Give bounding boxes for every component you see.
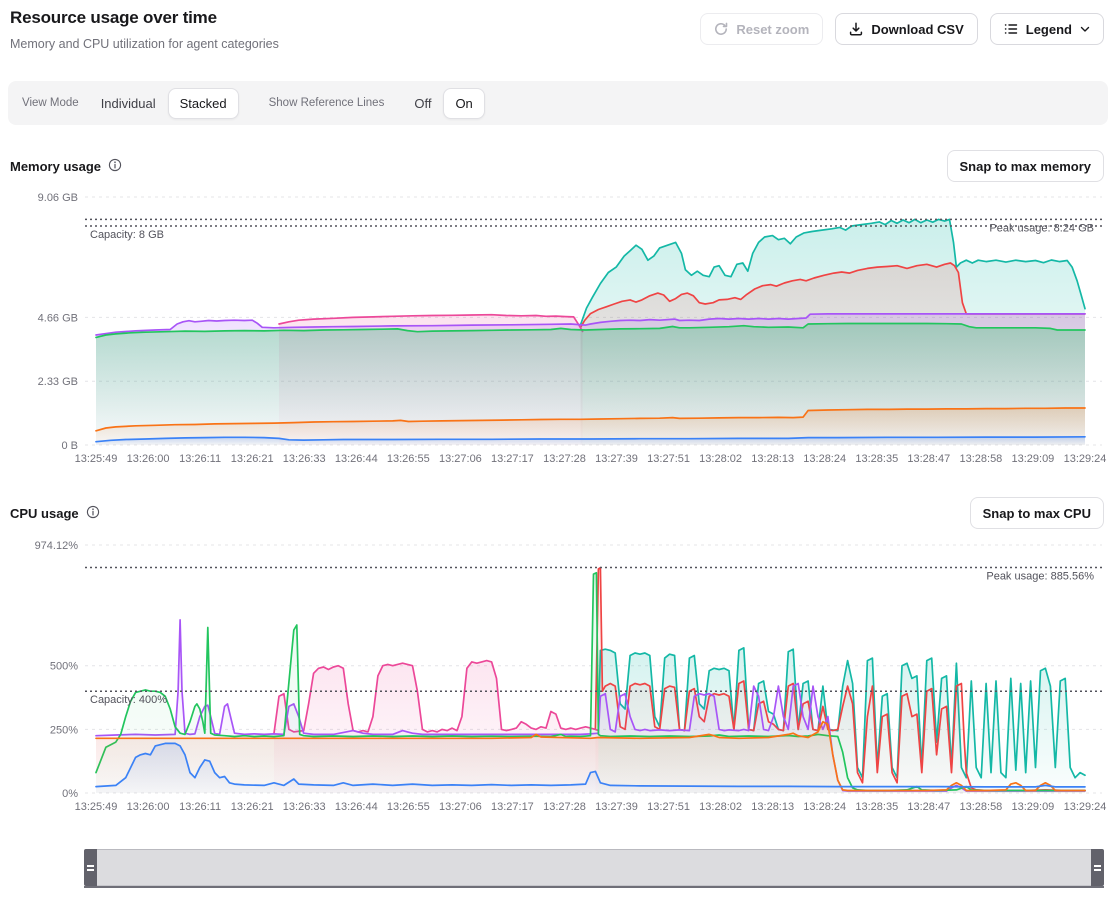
svg-text:13:26:21: 13:26:21 — [231, 453, 274, 465]
svg-text:13:29:09: 13:29:09 — [1011, 453, 1054, 465]
page-subtitle: Memory and CPU utilization for agent cat… — [10, 37, 279, 51]
cpu-section-header: CPU usage Snap to max CPU — [10, 497, 1104, 529]
svg-text:13:27:06: 13:27:06 — [439, 453, 482, 465]
svg-text:13:28:58: 13:28:58 — [959, 801, 1002, 813]
view-mode-individual[interactable]: Individual — [89, 88, 168, 119]
svg-text:13:28:13: 13:28:13 — [751, 453, 794, 465]
svg-text:13:29:09: 13:29:09 — [1011, 801, 1054, 813]
svg-text:13:28:24: 13:28:24 — [803, 801, 846, 813]
grip-icon — [87, 865, 94, 871]
svg-text:Capacity: 400%: Capacity: 400% — [90, 694, 167, 706]
svg-text:2.33 GB: 2.33 GB — [38, 376, 78, 388]
svg-text:13:27:28: 13:27:28 — [543, 801, 586, 813]
reference-lines-label: Show Reference Lines — [269, 97, 385, 109]
svg-text:13:26:21: 13:26:21 — [231, 801, 274, 813]
grip-icon — [1094, 865, 1101, 871]
download-csv-button[interactable]: Download CSV — [835, 13, 977, 45]
svg-text:13:28:02: 13:28:02 — [699, 453, 742, 465]
list-icon — [1004, 22, 1018, 36]
svg-text:Capacity: 8 GB: Capacity: 8 GB — [90, 229, 164, 241]
memory-chart[interactable]: 9.06 GB 4.66 GB 2.33 GB 0 B Peak usage: 8.24… — [0, 188, 1116, 472]
cpu-section-title: CPU usage — [10, 506, 79, 521]
download-csv-label: Download CSV — [871, 22, 963, 37]
reset-zoom-button[interactable]: Reset zoom — [700, 13, 823, 45]
svg-text:13:26:33: 13:26:33 — [283, 801, 326, 813]
svg-text:13:25:49: 13:25:49 — [75, 801, 118, 813]
svg-text:13:27:28: 13:27:28 — [543, 453, 586, 465]
svg-text:13:28:47: 13:28:47 — [907, 801, 950, 813]
svg-text:13:26:33: 13:26:33 — [283, 453, 326, 465]
svg-text:13:27:17: 13:27:17 — [491, 801, 534, 813]
svg-text:13:27:51: 13:27:51 — [647, 453, 690, 465]
svg-text:13:26:00: 13:26:00 — [127, 453, 170, 465]
svg-text:13:26:44: 13:26:44 — [335, 453, 378, 465]
refresh-icon — [714, 22, 728, 36]
svg-text:13:27:39: 13:27:39 — [595, 801, 638, 813]
memory-section-header: Memory usage Snap to max memory — [10, 150, 1104, 182]
svg-text:13:26:00: 13:26:00 — [127, 801, 170, 813]
page-title: Resource usage over time — [10, 8, 217, 28]
svg-text:13:28:13: 13:28:13 — [751, 801, 794, 813]
snap-to-max-cpu-button[interactable]: Snap to max CPU — [970, 497, 1104, 529]
svg-text:0 B: 0 B — [61, 440, 78, 452]
brush-track[interactable] — [97, 849, 1091, 886]
reference-lines-off[interactable]: Off — [402, 88, 443, 119]
svg-text:13:26:55: 13:26:55 — [387, 453, 430, 465]
brush-handle-left[interactable] — [84, 849, 97, 886]
svg-text:250%: 250% — [50, 724, 78, 736]
svg-text:13:26:44: 13:26:44 — [335, 801, 378, 813]
info-icon[interactable] — [108, 158, 122, 175]
view-mode-label: View Mode — [22, 97, 79, 109]
svg-text:13:26:11: 13:26:11 — [179, 801, 221, 813]
svg-text:0%: 0% — [62, 788, 78, 800]
chevron-down-icon — [1080, 26, 1090, 33]
svg-text:13:27:39: 13:27:39 — [595, 453, 638, 465]
time-range-brush[interactable] — [84, 849, 1104, 888]
toolbar: Reset zoom Download CSV Legend — [700, 13, 1104, 45]
svg-text:13:29:24: 13:29:24 — [1064, 801, 1107, 813]
svg-text:974.12%: 974.12% — [35, 540, 79, 552]
svg-text:13:27:06: 13:27:06 — [439, 801, 482, 813]
svg-text:Peak usage: 885.56%: Peak usage: 885.56% — [986, 571, 1094, 583]
view-mode-stacked[interactable]: Stacked — [168, 88, 239, 119]
memory-section-title: Memory usage — [10, 159, 101, 174]
legend-button[interactable]: Legend — [990, 13, 1104, 45]
svg-text:13:28:35: 13:28:35 — [855, 801, 898, 813]
svg-text:13:29:24: 13:29:24 — [1064, 453, 1107, 465]
reference-lines-on[interactable]: On — [443, 88, 484, 119]
reset-zoom-label: Reset zoom — [736, 22, 809, 37]
cpu-chart[interactable]: 974.12% 500% 250% 0% Peak usage: 885.56% Capa… — [0, 536, 1116, 820]
svg-text:Peak usage: 8.24 GB: Peak usage: 8.24 GB — [989, 222, 1094, 234]
svg-text:13:27:17: 13:27:17 — [491, 453, 534, 465]
svg-text:13:28:58: 13:28:58 — [959, 453, 1002, 465]
svg-text:4.66 GB: 4.66 GB — [38, 312, 78, 324]
svg-text:9.06 GB: 9.06 GB — [38, 192, 78, 204]
download-icon — [849, 22, 863, 36]
info-icon[interactable] — [86, 505, 100, 522]
legend-label: Legend — [1026, 22, 1072, 37]
svg-text:13:26:11: 13:26:11 — [179, 453, 221, 465]
brush-handle-right[interactable] — [1091, 849, 1104, 886]
snap-to-max-memory-button[interactable]: Snap to max memory — [947, 150, 1105, 182]
svg-text:13:26:55: 13:26:55 — [387, 801, 430, 813]
svg-text:13:28:47: 13:28:47 — [907, 453, 950, 465]
svg-text:13:28:24: 13:28:24 — [803, 453, 846, 465]
svg-text:13:25:49: 13:25:49 — [75, 453, 118, 465]
svg-text:13:28:02: 13:28:02 — [699, 801, 742, 813]
svg-text:500%: 500% — [50, 661, 78, 673]
chart-controls: View Mode Individual Stacked Show Refere… — [8, 81, 1108, 125]
svg-text:13:27:51: 13:27:51 — [647, 801, 690, 813]
svg-text:13:28:35: 13:28:35 — [855, 453, 898, 465]
